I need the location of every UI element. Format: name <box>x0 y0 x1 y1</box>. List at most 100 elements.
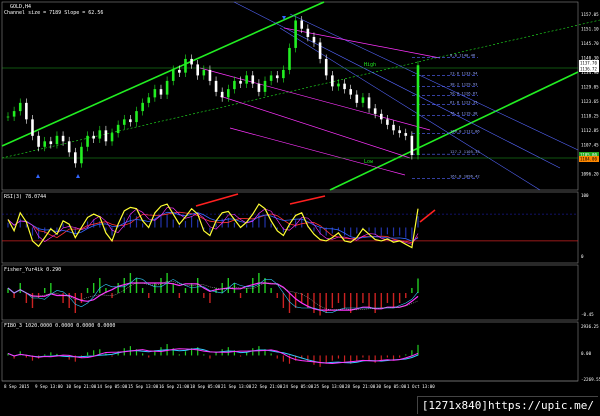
candle-body <box>43 141 47 147</box>
candle-body <box>282 69 285 79</box>
candle-body <box>226 89 230 98</box>
candle-body <box>196 64 200 76</box>
candle-body <box>49 141 53 145</box>
price-tick-label: 1096.20 <box>581 172 599 177</box>
candle-body <box>86 135 89 147</box>
fisher-label: Fisher_Yur4ik 0.290 <box>4 267 61 273</box>
rsi-label: RSI(3) 78.0744 <box>4 194 46 200</box>
rsi-tick-label: 100 <box>581 193 589 198</box>
candle-body <box>245 75 248 84</box>
watermark: [1271x840]https://upic.me/ <box>416 396 598 414</box>
fibo-label: FIBO_3 1020.0000 0.0000 0.0000 0.0000 <box>4 323 115 329</box>
candle-body <box>110 133 114 142</box>
time-tick-label: 24 Sep 05:00 <box>283 384 314 389</box>
price-tick-label: 1151.10 <box>581 27 599 32</box>
candle-body <box>129 119 132 123</box>
fibo-tick-label: -2269.55 <box>581 377 600 382</box>
candle-body <box>312 36 316 43</box>
candle-body <box>190 58 193 65</box>
candle-body <box>171 69 175 81</box>
candle-body <box>275 75 279 79</box>
candle-body <box>6 116 10 118</box>
candle-body <box>98 130 102 139</box>
candle-body <box>61 135 65 142</box>
candle-body <box>104 130 108 142</box>
candle-body <box>257 83 261 92</box>
price-tick-label: 1129.05 <box>581 85 599 90</box>
candle-body <box>379 113 383 120</box>
candle-body <box>386 119 389 125</box>
fibo-tick-label: 2936.25 <box>581 324 599 329</box>
candle-body <box>31 119 34 136</box>
candle-body <box>165 80 169 95</box>
fib-level-label: 38.2 1129.93 <box>450 82 477 87</box>
time-tick-label: 8 Sep 2015 <box>4 384 30 389</box>
fisher-tick-label: -0.45 <box>581 312 594 317</box>
candle-body <box>67 141 71 153</box>
candle-body <box>25 102 28 120</box>
candle-body <box>37 135 40 147</box>
candle-body <box>239 80 242 84</box>
fib-level-label: 127.2 1105.33 <box>450 149 480 154</box>
candle-body <box>233 80 236 90</box>
candle-body <box>300 20 304 29</box>
channel-info: Channel size = 7189 Slope = 62.56 <box>4 10 103 16</box>
candle-body <box>153 89 157 98</box>
time-tick-label: 16 Sep 21:00 <box>159 384 190 389</box>
candle-body <box>306 28 310 37</box>
time-tick-label: 1 Oct 13:00 <box>407 384 435 389</box>
time-tick-label: 30 Sep 05:00 <box>376 384 407 389</box>
chart-canvas: 0.0 1140.48 23.6 1133.94 38.2 1129.93 50.0 … <box>0 0 600 416</box>
candle-body <box>318 42 322 59</box>
candle-body <box>214 80 218 92</box>
price-badge-label: 1136.72 <box>580 67 597 72</box>
price-badge-label: 1137.70 <box>580 61 597 66</box>
candle-body <box>398 130 401 134</box>
fib-level-label: 0.0 1140.48 <box>450 53 476 58</box>
candle-body <box>55 135 59 145</box>
time-tick-label: 18 Sep 05:00 <box>190 384 221 389</box>
high-label: High <box>364 62 376 68</box>
candle-body <box>410 135 414 156</box>
candle-body <box>367 97 371 109</box>
time-tick-label: 10 Sep 21:00 <box>66 384 97 389</box>
candle-body <box>202 69 206 76</box>
time-tick-label: 22 Sep 21:00 <box>252 384 283 389</box>
candle-body <box>220 91 224 98</box>
time-tick-label: 28 Sep 21:00 <box>345 384 376 389</box>
fib-level-label: 61.8 1123.33 <box>450 100 477 105</box>
fib-level-label: 100.0 1112.86 <box>450 128 480 133</box>
candle-body <box>141 102 144 112</box>
candle-body <box>251 75 255 84</box>
candle-body <box>392 124 395 131</box>
price-tick-label: 1157.05 <box>581 12 599 17</box>
candle-body <box>294 20 297 48</box>
time-tick-label: 9 Sep 13:00 <box>35 384 63 389</box>
candle-body <box>135 111 138 123</box>
candle-body <box>404 133 408 136</box>
fib-level-label: 76.4 1119.38 <box>450 111 478 116</box>
candle-body <box>416 65 420 156</box>
price-tick-label: 1112.85 <box>581 128 599 133</box>
candle-body <box>288 47 291 70</box>
candle-body <box>159 89 163 95</box>
candle-body <box>269 75 273 81</box>
candle-body <box>324 58 328 76</box>
price-tick-label: 1118.25 <box>581 114 599 119</box>
candle-body <box>178 69 181 73</box>
candle-body <box>373 108 377 114</box>
candle-body <box>122 119 126 125</box>
time-tick-label: 25 Sep 13:00 <box>314 384 345 389</box>
candle-body <box>116 124 120 134</box>
price-tick-label: 1145.70 <box>581 41 599 46</box>
price-badge-label: 1104.00 <box>580 157 597 162</box>
candle-body <box>147 97 151 103</box>
time-tick-label: 14 Sep 05:00 <box>97 384 128 389</box>
candle-body <box>337 83 340 87</box>
fibo-tick-label: 0.00 <box>581 351 592 356</box>
low-label: Low <box>364 159 374 165</box>
fib-level-label: 23.6 1133.94 <box>450 71 478 76</box>
fib-level-label: 50.0 1126.67 <box>450 91 477 96</box>
candle-body <box>92 135 95 139</box>
candle-body <box>12 111 16 117</box>
